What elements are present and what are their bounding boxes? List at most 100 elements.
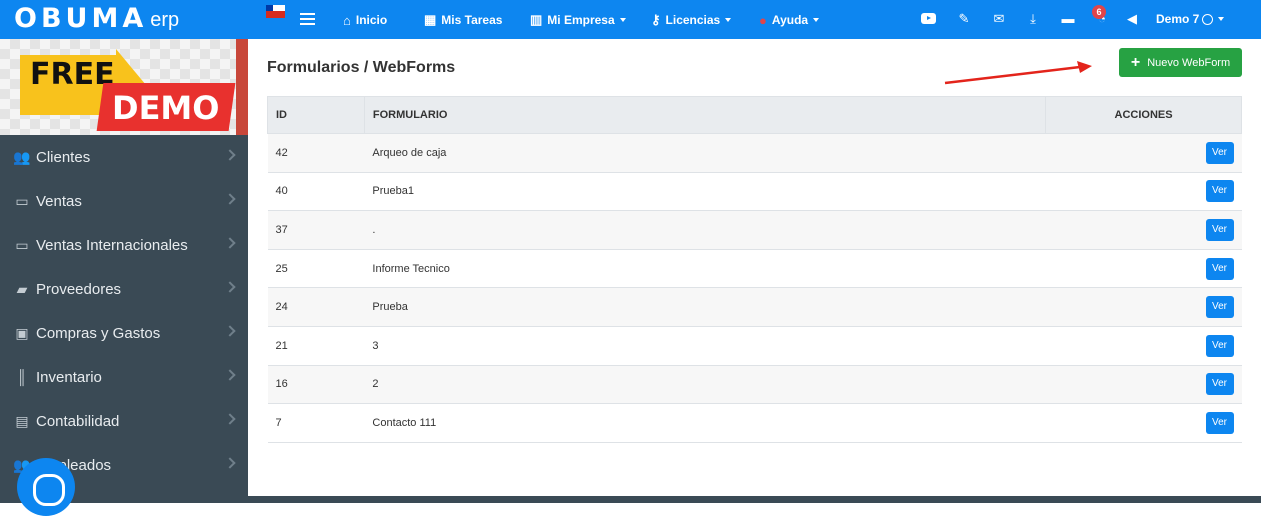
ver-button[interactable]: Ver — [1205, 411, 1234, 434]
table-row: 42 Arqueo de caja Ver — [267, 133, 1242, 173]
download-icon[interactable]: ⤓ — [1025, 11, 1041, 27]
ver-button[interactable]: Ver — [1205, 373, 1234, 396]
page-title: Formularios / WebForms — [267, 59, 456, 76]
row-id: 21 — [267, 326, 365, 366]
ver-button[interactable]: Ver — [1205, 257, 1234, 280]
top-navbar: OBUMA erp ⌂ Inicio ▦ Mis Tareas ▥ Mi Emp… — [0, 0, 1261, 39]
chevron-down-icon — [725, 18, 732, 22]
sidebar-item-compras-y-gastos[interactable]: ▣ Compras y Gastos — [0, 311, 248, 355]
barcode-icon: ║ — [17, 369, 27, 385]
row-id: 7 — [267, 403, 365, 443]
book-icon: ▤ — [15, 412, 29, 429]
chevron-down-icon — [619, 18, 626, 22]
chat-widget-button[interactable] — [17, 458, 75, 516]
free-demo-banner[interactable]: FREE DEMO — [0, 39, 248, 135]
row-id: 16 — [267, 365, 365, 405]
row-form-name: Contacto 111 — [364, 403, 1046, 443]
chevron-right-icon — [224, 149, 236, 161]
table-row: 25 Informe Tecnico Ver — [267, 249, 1242, 289]
sidebar-item-label: Contabilidad — [36, 412, 120, 430]
row-form-name: Arqueo de caja — [364, 133, 1046, 173]
brand-name: OBUMA — [14, 3, 148, 34]
row-id: 25 — [267, 249, 365, 289]
pen-icon[interactable]: ✎ — [956, 11, 972, 27]
chevron-right-icon — [224, 281, 236, 293]
sidebar-item-ventas-internacionales[interactable]: ▭ Ventas Internacionales — [0, 223, 248, 267]
nav-ayuda[interactable]: ● Ayuda — [759, 11, 820, 29]
brand-logo[interactable]: OBUMA erp — [14, 5, 179, 33]
sidebar-item-label: Proveedores — [36, 280, 122, 298]
table-row: 24 Prueba Ver — [267, 287, 1242, 327]
user-name: Demo 7 — [1156, 12, 1200, 26]
home-icon: ⌂ — [343, 12, 351, 28]
table-header-row: ID FORMULARIO ACCIONES — [267, 96, 1242, 134]
table-row: 40 Prueba1 Ver — [267, 172, 1242, 212]
chevron-right-icon — [224, 413, 236, 425]
footer-bar — [248, 496, 1261, 503]
brand-suffix: erp — [150, 8, 180, 31]
row-id: 42 — [267, 133, 365, 173]
new-webform-button[interactable]: + Nuevo WebForm — [1119, 48, 1242, 77]
ver-button[interactable]: Ver — [1205, 296, 1234, 319]
column-header-formulario[interactable]: FORMULARIO — [363, 96, 1047, 134]
truck-icon: ▰ — [16, 280, 28, 297]
nav-mis-tareas-label: Mis Tareas — [441, 13, 503, 27]
menu-toggle-icon[interactable] — [300, 13, 315, 25]
row-form-name: Prueba — [364, 287, 1046, 327]
notification-badge: 6 — [1092, 5, 1106, 19]
sidebar-item-clientes[interactable]: 👥 Clientes — [0, 135, 248, 179]
money-bill-icon: ▣ — [15, 324, 29, 341]
row-form-name: . — [364, 210, 1046, 250]
promo-demo-text: DEMO — [112, 89, 220, 127]
nav-mi-empresa[interactable]: ▥ Mi Empresa — [530, 11, 626, 29]
ver-button[interactable]: Ver — [1205, 141, 1234, 164]
sidebar-item-label: Ventas Internacionales — [36, 236, 188, 254]
nav-mis-tareas[interactable]: ▦ Mis Tareas — [424, 11, 502, 29]
user-menu[interactable]: Demo 7 — [1156, 12, 1225, 26]
sidebar-item-label: Clientes — [36, 148, 91, 166]
youtube-icon[interactable] — [921, 13, 936, 24]
column-header-id[interactable]: ID — [267, 96, 365, 134]
column-header-acciones: ACCIONES — [1045, 96, 1242, 134]
users-icon: 👥 — [13, 148, 31, 165]
folder-icon[interactable]: ▬ — [1060, 11, 1076, 27]
sidebar-item-proveedores[interactable]: ▰ Proveedores — [0, 267, 248, 311]
coin-icon — [1202, 13, 1214, 25]
bullhorn-icon[interactable]: ◀ — [1124, 11, 1140, 27]
table-row: 37 . Ver — [267, 210, 1242, 250]
mail-icon[interactable]: ✉ — [991, 11, 1007, 27]
table-row: 21 3 Ver — [267, 326, 1242, 366]
sidebar-item-inventario[interactable]: ║ Inventario — [0, 355, 248, 399]
key-icon: ⚷ — [651, 12, 661, 27]
row-id: 24 — [267, 287, 365, 327]
money-icon: ▭ — [15, 236, 29, 253]
sidebar-item-label: Ventas — [36, 192, 82, 210]
sidebar-item-ventas[interactable]: ▭ Ventas — [0, 179, 248, 223]
webforms-table: ID FORMULARIO ACCIONES 42 Arqueo de caja… — [267, 96, 1242, 443]
row-form-name: Prueba1 — [364, 172, 1046, 212]
row-id: 40 — [267, 172, 365, 212]
table-row: 16 2 Ver — [267, 365, 1242, 405]
chile-flag-icon[interactable] — [266, 5, 285, 18]
ver-button[interactable]: Ver — [1205, 218, 1234, 241]
sidebar-menu: 👥 Clientes ▭ Ventas ▭ Ventas Internacion… — [0, 135, 248, 487]
row-id: 37 — [267, 210, 365, 250]
chevron-down-icon — [1218, 17, 1225, 21]
building-icon: ▥ — [530, 12, 543, 27]
chevron-right-icon — [224, 457, 236, 469]
chevron-right-icon — [224, 237, 236, 249]
ver-button[interactable]: Ver — [1205, 180, 1234, 203]
plus-icon: + — [1130, 54, 1141, 71]
sidebar-item-contabilidad[interactable]: ▤ Contabilidad — [0, 399, 248, 443]
chevron-right-icon — [224, 193, 236, 205]
ver-button[interactable]: Ver — [1205, 334, 1234, 357]
money-icon: ▭ — [15, 192, 29, 209]
nav-inicio[interactable]: ⌂ Inicio — [343, 11, 387, 29]
annotation-arrow — [944, 61, 1092, 85]
chevron-down-icon — [813, 18, 820, 22]
nav-licencias[interactable]: ⚷ Licencias — [651, 11, 732, 29]
row-form-name: Informe Tecnico — [364, 249, 1046, 289]
sidebar-item-label: Inventario — [36, 368, 102, 386]
nav-licencias-label: Licencias — [665, 13, 721, 27]
row-form-name: 2 — [364, 365, 1046, 405]
